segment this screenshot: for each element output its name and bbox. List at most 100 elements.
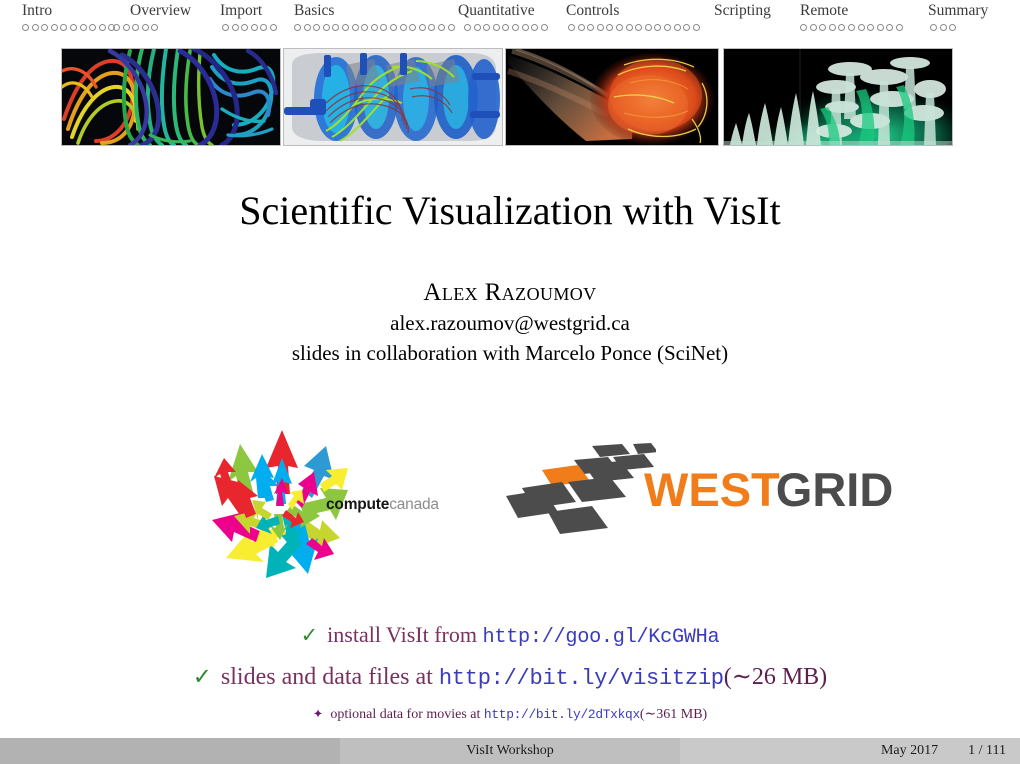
nav-slide-dot[interactable] — [399, 24, 407, 31]
nav-slide-dot[interactable] — [930, 24, 937, 31]
nav-slide-dot[interactable] — [141, 24, 149, 31]
nav-slide-dot[interactable] — [31, 24, 39, 31]
nav-slide-dot[interactable] — [341, 24, 349, 31]
nav-slide-dot[interactable] — [389, 24, 397, 31]
nav-slide-dot[interactable] — [809, 24, 817, 31]
nav-slide-dot[interactable] — [322, 24, 330, 31]
nav-slide-dot[interactable] — [409, 24, 417, 31]
nav-section-overview[interactable]: Overview — [130, 2, 191, 20]
nav-section-import[interactable]: Import — [220, 2, 262, 20]
nav-dots-basics[interactable] — [294, 24, 455, 31]
nav-slide-dot[interactable] — [819, 24, 827, 31]
nav-slide-dot[interactable] — [683, 24, 691, 31]
nav-dots-controls[interactable] — [568, 24, 700, 31]
nav-slide-dot[interactable] — [447, 24, 455, 31]
nav-slide-dot[interactable] — [370, 24, 378, 31]
nav-dots-quantitative[interactable] — [464, 24, 548, 31]
nav-slide-dot[interactable] — [231, 24, 239, 31]
nav-slide-dot[interactable] — [625, 24, 633, 31]
nav-slide-dot[interactable] — [502, 24, 510, 31]
nav-slide-dot[interactable] — [895, 24, 903, 31]
nav-slide-dot[interactable] — [692, 24, 700, 31]
nav-slide-dot[interactable] — [644, 24, 652, 31]
nav-slide-dot[interactable] — [492, 24, 500, 31]
nav-slide-dot[interactable] — [587, 24, 595, 31]
nav-slide-dot[interactable] — [876, 24, 884, 31]
nav-slide-dot[interactable] — [241, 24, 249, 31]
nav-slide-dot[interactable] — [838, 24, 846, 31]
nav-dots-import[interactable] — [222, 24, 277, 31]
nav-slide-dot[interactable] — [568, 24, 575, 31]
nav-slide-dot[interactable] — [847, 24, 855, 31]
nav-dots-overview[interactable] — [113, 24, 159, 31]
nav-section-summary[interactable]: Summary — [928, 2, 988, 20]
nav-slide-dot[interactable] — [41, 24, 49, 31]
optional-data-label: optional data for movies at — [330, 707, 481, 722]
nav-slide-dot[interactable] — [886, 24, 894, 31]
nav-slide-dot[interactable] — [69, 24, 77, 31]
nav-slide-dot[interactable] — [122, 24, 130, 31]
nav-slide-dot[interactable] — [303, 24, 311, 31]
nav-slide-dot[interactable] — [949, 24, 957, 31]
nav-slide-dot[interactable] — [606, 24, 614, 31]
streamlines-artwork — [62, 49, 280, 145]
nav-slide-dot[interactable] — [222, 24, 229, 31]
nav-dots-intro[interactable] — [22, 24, 116, 31]
nav-dots-remote[interactable] — [800, 24, 903, 31]
nav-slide-dot[interactable] — [269, 24, 277, 31]
nav-slide-dot[interactable] — [596, 24, 604, 31]
nav-slide-dot[interactable] — [437, 24, 445, 31]
nav-slide-dot[interactable] — [132, 24, 140, 31]
nav-slide-dot[interactable] — [828, 24, 836, 31]
nav-slide-dot[interactable] — [418, 24, 426, 31]
slides-url-link[interactable]: http://bit.ly/visitzip — [439, 666, 724, 691]
nav-slide-dot[interactable] — [511, 24, 519, 31]
nav-slide-dot[interactable] — [540, 24, 548, 31]
nav-slide-dot[interactable] — [615, 24, 623, 31]
nav-slide-dot[interactable] — [939, 24, 947, 31]
nav-slide-dot[interactable] — [260, 24, 268, 31]
nav-slide-dot[interactable] — [79, 24, 87, 31]
nav-slide-dot[interactable] — [351, 24, 359, 31]
nav-slide-dot[interactable] — [521, 24, 529, 31]
nav-slide-dot[interactable] — [857, 24, 865, 31]
nav-slide-dot[interactable] — [673, 24, 681, 31]
nav-dots-summary[interactable] — [930, 24, 957, 31]
nav-slide-dot[interactable] — [473, 24, 481, 31]
nav-slide-dot[interactable] — [294, 24, 301, 31]
nav-slide-dot[interactable] — [635, 24, 643, 31]
nav-slide-dot[interactable] — [867, 24, 875, 31]
nav-slide-dot[interactable] — [361, 24, 369, 31]
nav-slide-dot[interactable] — [113, 24, 120, 31]
nav-slide-dot[interactable] — [50, 24, 58, 31]
install-url-link[interactable]: http://goo.gl/KcGWHa — [482, 626, 719, 649]
nav-slide-dot[interactable] — [98, 24, 106, 31]
nav-slide-dot[interactable] — [380, 24, 388, 31]
nav-section-remote[interactable]: Remote — [800, 2, 848, 20]
thumbnail-streamlines-rainbow-canvas — [62, 49, 280, 145]
nav-slide-dot[interactable] — [151, 24, 159, 31]
nav-slide-dot[interactable] — [577, 24, 585, 31]
nav-section-intro[interactable]: Intro — [22, 2, 52, 20]
nav-slide-dot[interactable] — [428, 24, 436, 31]
optional-data-url-link[interactable]: http://bit.ly/2dTxkqx — [484, 707, 640, 722]
nav-section-quantitative[interactable]: Quantitative — [458, 2, 535, 20]
nav-section-controls[interactable]: Controls — [566, 2, 619, 20]
nav-slide-dot[interactable] — [531, 24, 539, 31]
instability-artwork — [724, 49, 952, 145]
compute-canada-logo: computecanada — [208, 428, 439, 588]
nav-slide-dot[interactable] — [22, 24, 29, 31]
nav-section-scripting[interactable]: Scripting — [714, 2, 771, 20]
nav-slide-dot[interactable] — [464, 24, 471, 31]
nav-slide-dot[interactable] — [654, 24, 662, 31]
nav-section-basics[interactable]: Basics — [294, 2, 334, 20]
nav-slide-dot[interactable] — [89, 24, 97, 31]
nav-slide-dot[interactable] — [332, 24, 340, 31]
optional-data-size: (∼361 MB) — [639, 707, 708, 722]
nav-slide-dot[interactable] — [313, 24, 321, 31]
nav-slide-dot[interactable] — [60, 24, 68, 31]
nav-slide-dot[interactable] — [250, 24, 258, 31]
nav-slide-dot[interactable] — [483, 24, 491, 31]
nav-slide-dot[interactable] — [663, 24, 671, 31]
nav-slide-dot[interactable] — [800, 24, 807, 31]
